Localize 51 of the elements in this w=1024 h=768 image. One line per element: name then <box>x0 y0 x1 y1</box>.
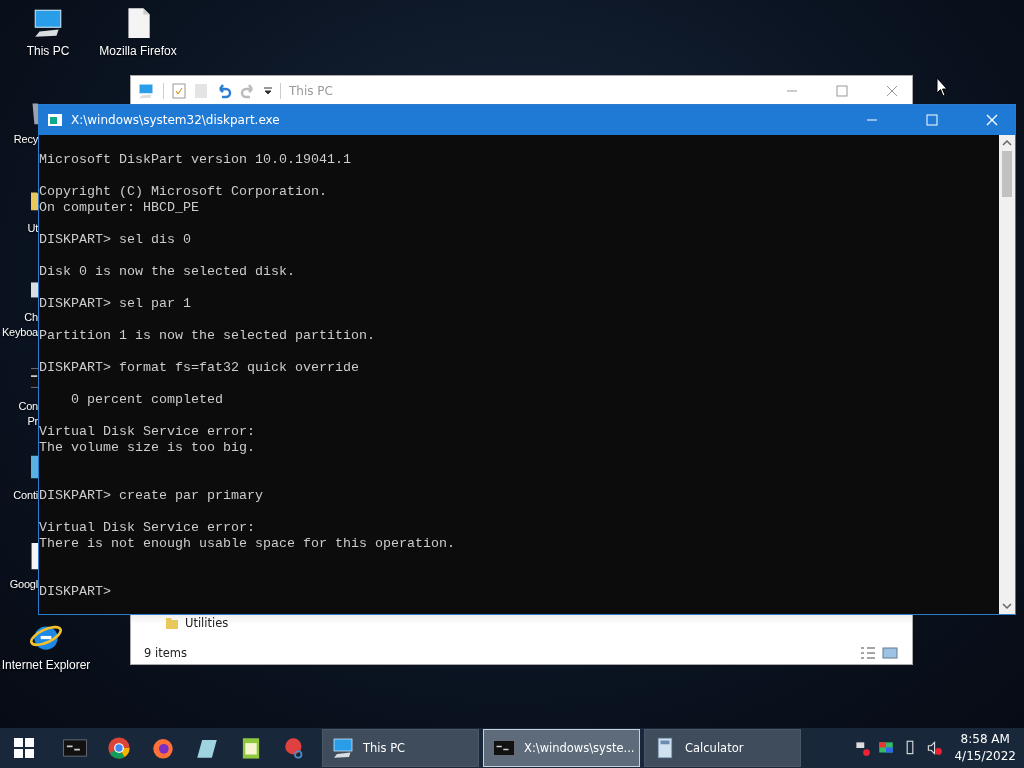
console-line: Virtual Disk Service error: <box>39 424 256 440</box>
desktop-icon[interactable]: Internet Explorer <box>0 620 92 672</box>
icon-label: This PC <box>26 44 70 58</box>
icon-label: Recy <box>12 132 38 147</box>
cursor-icon <box>936 77 948 97</box>
close-icon[interactable] <box>886 84 898 97</box>
computer-icon <box>137 81 155 100</box>
taskbar-button[interactable]: This PC <box>322 729 479 767</box>
console-line: There is not enough usable space for this operation. <box>39 536 456 552</box>
icon-label: Googl <box>8 577 38 592</box>
window-title: This PC <box>289 83 333 98</box>
status-text: 9 items <box>144 646 187 660</box>
desktop-icon[interactable]: This PC <box>8 6 88 58</box>
icon-label: Keyboa <box>0 325 38 340</box>
network-off-icon[interactable] <box>853 739 872 757</box>
console-line: Copyright (C) Microsoft Corporation. <box>39 184 328 200</box>
icon-label: Mozilla Firefox <box>99 44 177 58</box>
console-line: On computer: HBCD_PE <box>39 200 200 216</box>
mute-icon[interactable] <box>925 739 944 757</box>
scrollbar[interactable] <box>999 135 1015 614</box>
console-line: DISKPART> create par primary <box>39 488 264 504</box>
large-icons-view-icon[interactable] <box>882 646 898 660</box>
undo-icon[interactable] <box>216 82 232 99</box>
console-line: Virtual Disk Service error: <box>39 520 256 536</box>
console-line: 0 percent completed <box>70 392 224 408</box>
desktop-icon[interactable]: Mozilla Firefox <box>98 6 178 58</box>
scrollbar-thumb[interactable] <box>1002 151 1012 197</box>
window-title: X:\windows\system32\diskpart.exe <box>71 113 280 127</box>
console-line: Microsoft DiskPart version 10.0.19041.1 <box>39 152 352 168</box>
icon-label: Con <box>17 399 38 414</box>
icon-label: Internet Explorer <box>1 658 91 672</box>
icon-label: Ch <box>23 310 38 325</box>
computer-icon <box>331 736 355 760</box>
console-line: DISKPART> format fs=fat32 quick override <box>39 360 360 376</box>
console-line: Partition 1 is now the selected partition. <box>39 328 376 344</box>
console-line: DISKPART> sel dis 0 <box>39 232 192 248</box>
taskbar-button[interactable]: X:\windows\syste... <box>483 729 640 767</box>
icon-label: Conti <box>12 488 38 503</box>
start-icon[interactable] <box>14 738 34 758</box>
console-line: The volume size is too big. <box>39 440 256 456</box>
console-line: DISKPART> <box>39 584 112 600</box>
console-line: Disk 0 is now the selected disk. <box>39 264 296 280</box>
chrome-icon[interactable] <box>106 735 132 761</box>
taskbar-button[interactable]: Calculator <box>644 729 801 767</box>
icon-label: Ut <box>26 221 38 236</box>
dropdown-icon[interactable] <box>264 86 272 95</box>
folder-name[interactable]: Utilities <box>185 616 229 630</box>
clock-time[interactable]: 8:58 AM <box>960 731 1010 748</box>
clock-date[interactable]: 4/15/2022 <box>954 748 1016 765</box>
console-line: DISKPART> sel par 1 <box>39 296 192 312</box>
icon-label: Pr <box>26 414 38 429</box>
